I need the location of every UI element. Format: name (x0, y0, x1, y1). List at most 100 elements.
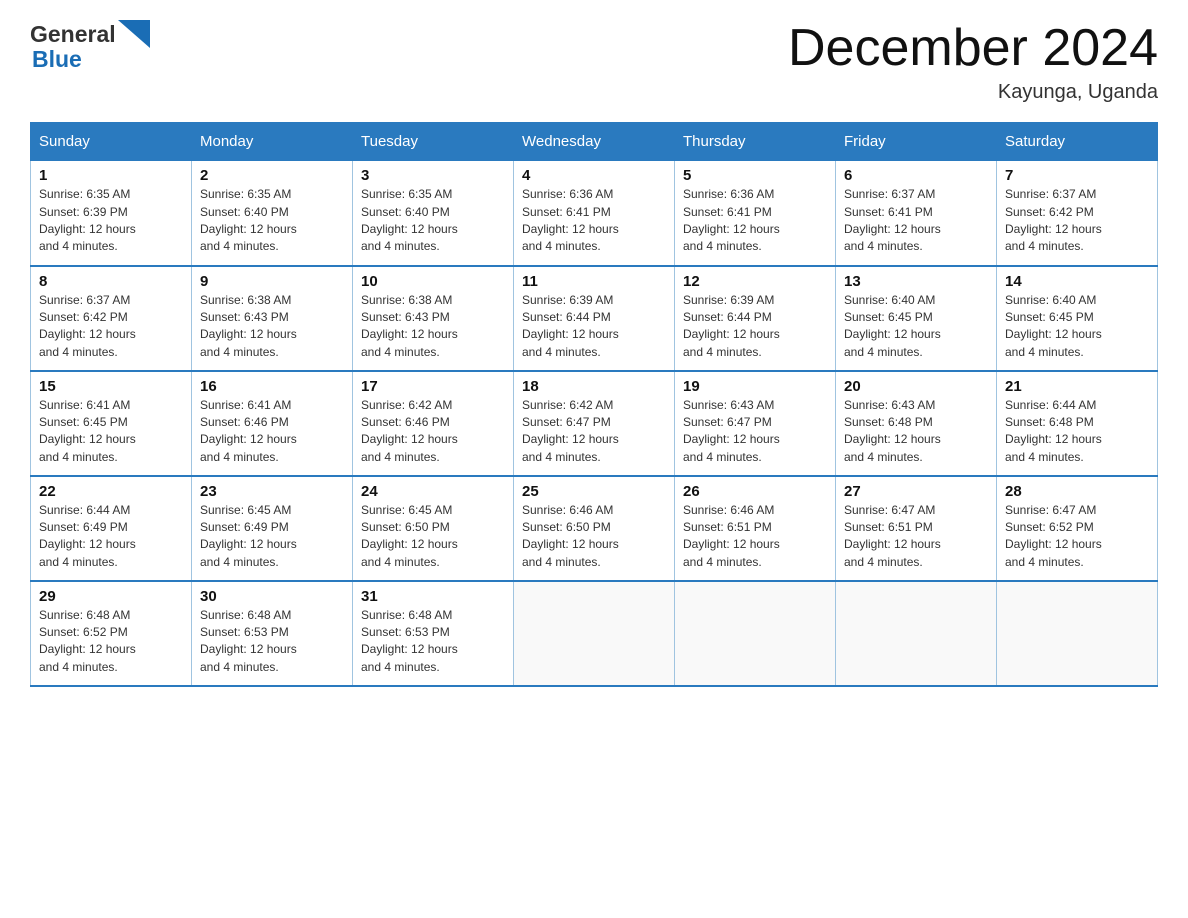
day-info: Sunrise: 6:48 AMSunset: 6:52 PMDaylight:… (39, 607, 183, 677)
table-row: 12 Sunrise: 6:39 AMSunset: 6:44 PMDayligh… (675, 266, 836, 371)
table-row: 13Sunrise: 6:40 AMSunset: 6:45 PMDayligh… (836, 266, 997, 371)
calendar-week-row: 8Sunrise: 6:37 AMSunset: 6:42 PMDaylight… (31, 266, 1158, 371)
day-number: 24 (361, 483, 505, 500)
calendar-week-row: 29 Sunrise: 6:48 AMSunset: 6:52 PMDayligh… (31, 581, 1158, 686)
table-row: 1 Sunrise: 6:35 AMSunset: 6:39 PMDaylight… (31, 161, 192, 266)
day-info: Sunrise: 6:47 AMSunset: 6:52 PMDaylight:… (1005, 502, 1149, 572)
day-number: 16 (200, 378, 344, 395)
table-row: 3Sunrise: 6:35 AMSunset: 6:40 PMDaylight… (353, 161, 514, 266)
day-number: 6 (844, 167, 988, 184)
day-number: 21 (1005, 378, 1149, 395)
day-number: 18 (522, 378, 666, 395)
day-info: Sunrise: 6:36 AMSunset: 6:41 PMDaylight:… (683, 186, 827, 256)
day-info: Sunrise: 6:41 AMSunset: 6:45 PMDaylight:… (39, 397, 183, 467)
logo: General Blue (30, 20, 150, 73)
table-row: 31 Sunrise: 6:48 AMSunset: 6:53 PMDayligh… (353, 581, 514, 686)
day-number: 19 (683, 378, 827, 395)
calendar-table: Sunday Monday Tuesday Wednesday Thursday… (30, 122, 1158, 687)
table-row: 4Sunrise: 6:36 AMSunset: 6:41 PMDaylight… (514, 161, 675, 266)
day-number: 12 (683, 273, 827, 290)
table-row (836, 581, 997, 686)
day-info: Sunrise: 6:44 AMSunset: 6:48 PMDaylight:… (1005, 397, 1149, 467)
table-row: 25 Sunrise: 6:46 AMSunset: 6:50 PMDayligh… (514, 476, 675, 581)
col-saturday: Saturday (997, 123, 1158, 161)
day-info: Sunrise: 6:41 AMSunset: 6:46 PMDaylight:… (200, 397, 344, 467)
day-number: 30 (200, 588, 344, 605)
col-friday: Friday (836, 123, 997, 161)
day-number: 28 (1005, 483, 1149, 500)
day-number: 31 (361, 588, 505, 605)
col-wednesday: Wednesday (514, 123, 675, 161)
col-monday: Monday (192, 123, 353, 161)
table-row: 18Sunrise: 6:42 AMSunset: 6:47 PMDayligh… (514, 371, 675, 476)
table-row: 17 Sunrise: 6:42 AMSunset: 6:46 PMDayligh… (353, 371, 514, 476)
day-number: 25 (522, 483, 666, 500)
day-info: Sunrise: 6:37 AMSunset: 6:41 PMDaylight:… (844, 186, 988, 256)
day-info: Sunrise: 6:38 AMSunset: 6:43 PMDaylight:… (361, 292, 505, 362)
day-info: Sunrise: 6:35 AMSunset: 6:40 PMDaylight:… (200, 186, 344, 256)
day-info: Sunrise: 6:40 AMSunset: 6:45 PMDaylight:… (1005, 292, 1149, 362)
day-number: 2 (200, 167, 344, 184)
day-info: Sunrise: 6:39 AMSunset: 6:44 PMDaylight:… (683, 292, 827, 362)
table-row: 19 Sunrise: 6:43 AMSunset: 6:47 PMDayligh… (675, 371, 836, 476)
day-number: 15 (39, 378, 183, 395)
day-info: Sunrise: 6:43 AMSunset: 6:48 PMDaylight:… (844, 397, 988, 467)
day-info: Sunrise: 6:47 AMSunset: 6:51 PMDaylight:… (844, 502, 988, 572)
day-number: 9 (200, 273, 344, 290)
day-info: Sunrise: 6:35 AMSunset: 6:39 PMDaylight:… (39, 186, 183, 256)
day-info: Sunrise: 6:39 AMSunset: 6:44 PMDaylight:… (522, 292, 666, 362)
day-info: Sunrise: 6:45 AMSunset: 6:49 PMDaylight:… (200, 502, 344, 572)
day-number: 27 (844, 483, 988, 500)
day-number: 7 (1005, 167, 1149, 184)
table-row: 2 Sunrise: 6:35 AMSunset: 6:40 PMDaylight… (192, 161, 353, 266)
day-info: Sunrise: 6:45 AMSunset: 6:50 PMDaylight:… (361, 502, 505, 572)
day-number: 11 (522, 273, 666, 290)
table-row: 11 Sunrise: 6:39 AMSunset: 6:44 PMDayligh… (514, 266, 675, 371)
table-row: 24 Sunrise: 6:45 AMSunset: 6:50 PMDayligh… (353, 476, 514, 581)
col-thursday: Thursday (675, 123, 836, 161)
day-number: 23 (200, 483, 344, 500)
day-info: Sunrise: 6:37 AMSunset: 6:42 PMDaylight:… (39, 292, 183, 362)
table-row: 28 Sunrise: 6:47 AMSunset: 6:52 PMDayligh… (997, 476, 1158, 581)
day-info: Sunrise: 6:48 AMSunset: 6:53 PMDaylight:… (361, 607, 505, 677)
title-area: December 2024 Kayunga, Uganda (788, 20, 1158, 104)
table-row: 23 Sunrise: 6:45 AMSunset: 6:49 PMDayligh… (192, 476, 353, 581)
logo-general-text: General (30, 21, 116, 48)
table-row (997, 581, 1158, 686)
table-row: 15 Sunrise: 6:41 AMSunset: 6:45 PMDayligh… (31, 371, 192, 476)
table-row: 6 Sunrise: 6:37 AMSunset: 6:41 PMDaylight… (836, 161, 997, 266)
day-info: Sunrise: 6:43 AMSunset: 6:47 PMDaylight:… (683, 397, 827, 467)
day-info: Sunrise: 6:37 AMSunset: 6:42 PMDaylight:… (1005, 186, 1149, 256)
logo-triangle-icon (118, 20, 150, 48)
day-number: 29 (39, 588, 183, 605)
day-number: 1 (39, 167, 183, 184)
table-row (675, 581, 836, 686)
table-row: 22 Sunrise: 6:44 AMSunset: 6:49 PMDayligh… (31, 476, 192, 581)
day-info: Sunrise: 6:42 AMSunset: 6:46 PMDaylight:… (361, 397, 505, 467)
day-number: 14 (1005, 273, 1149, 290)
month-title: December 2024 (788, 20, 1158, 77)
day-number: 26 (683, 483, 827, 500)
table-row: 7 Sunrise: 6:37 AMSunset: 6:42 PMDaylight… (997, 161, 1158, 266)
page-header: General Blue December 2024 Kayunga, Ugan… (30, 20, 1158, 104)
day-info: Sunrise: 6:48 AMSunset: 6:53 PMDaylight:… (200, 607, 344, 677)
calendar-week-row: 1 Sunrise: 6:35 AMSunset: 6:39 PMDaylight… (31, 161, 1158, 266)
col-sunday: Sunday (31, 123, 192, 161)
day-info: Sunrise: 6:35 AMSunset: 6:40 PMDaylight:… (361, 186, 505, 256)
day-number: 5 (683, 167, 827, 184)
day-number: 10 (361, 273, 505, 290)
location-label: Kayunga, Uganda (788, 81, 1158, 104)
table-row: 9 Sunrise: 6:38 AMSunset: 6:43 PMDaylight… (192, 266, 353, 371)
day-number: 22 (39, 483, 183, 500)
table-row: 21 Sunrise: 6:44 AMSunset: 6:48 PMDayligh… (997, 371, 1158, 476)
logo-blue-text: Blue (32, 46, 82, 72)
day-info: Sunrise: 6:44 AMSunset: 6:49 PMDaylight:… (39, 502, 183, 572)
table-row: 20Sunrise: 6:43 AMSunset: 6:48 PMDayligh… (836, 371, 997, 476)
day-info: Sunrise: 6:40 AMSunset: 6:45 PMDaylight:… (844, 292, 988, 362)
day-number: 17 (361, 378, 505, 395)
day-info: Sunrise: 6:38 AMSunset: 6:43 PMDaylight:… (200, 292, 344, 362)
table-row: 14 Sunrise: 6:40 AMSunset: 6:45 PMDayligh… (997, 266, 1158, 371)
day-info: Sunrise: 6:46 AMSunset: 6:50 PMDaylight:… (522, 502, 666, 572)
calendar-week-row: 15 Sunrise: 6:41 AMSunset: 6:45 PMDayligh… (31, 371, 1158, 476)
day-info: Sunrise: 6:36 AMSunset: 6:41 PMDaylight:… (522, 186, 666, 256)
